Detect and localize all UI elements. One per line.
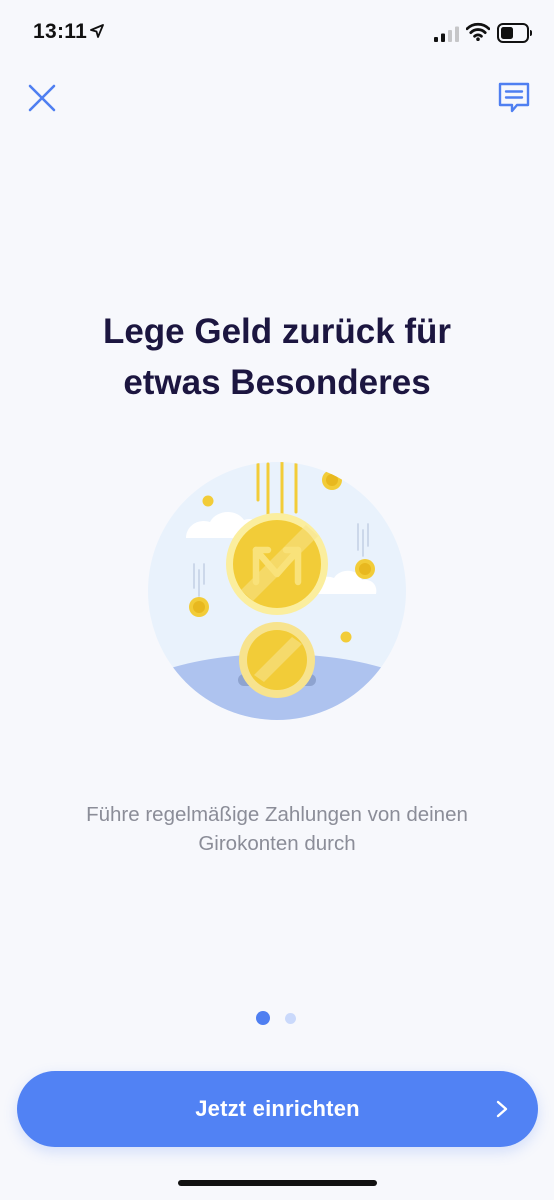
page-title: Lege Geld zurück für etwas Besonderes [40,306,514,408]
page-title-line-2: etwas Besonderes [123,363,431,402]
close-button[interactable] [26,82,58,114]
page-indicator [0,1010,554,1026]
status-bar: 13:11 [0,0,554,68]
location-arrow-icon [90,24,104,38]
status-time: 13:11 [33,20,88,43]
chat-button[interactable] [497,82,531,114]
page-dot-active[interactable] [256,1011,270,1025]
battery-icon [497,23,532,43]
page-subtitle-line-1: Führe regelmäßige Zahlungen von deinen [86,803,468,826]
page-title-line-1: Lege Geld zurück für [102,312,452,351]
chat-icon [498,82,530,113]
close-icon [28,84,56,112]
signal-icon [434,26,459,42]
home-indicator [178,1180,377,1186]
page-subtitle: Führe regelmäßige Zahlungen von deinen G… [40,800,514,858]
chevron-right-icon [496,1100,508,1118]
setup-now-label: Jetzt einrichten [195,1096,360,1121]
page-subtitle-line-2: Girokonten durch [198,832,356,855]
setup-now-button[interactable]: Jetzt einrichten [17,1071,538,1147]
wifi-icon [466,22,490,41]
page-dot[interactable] [285,1013,296,1024]
falling-coins-illustration [148,462,406,720]
